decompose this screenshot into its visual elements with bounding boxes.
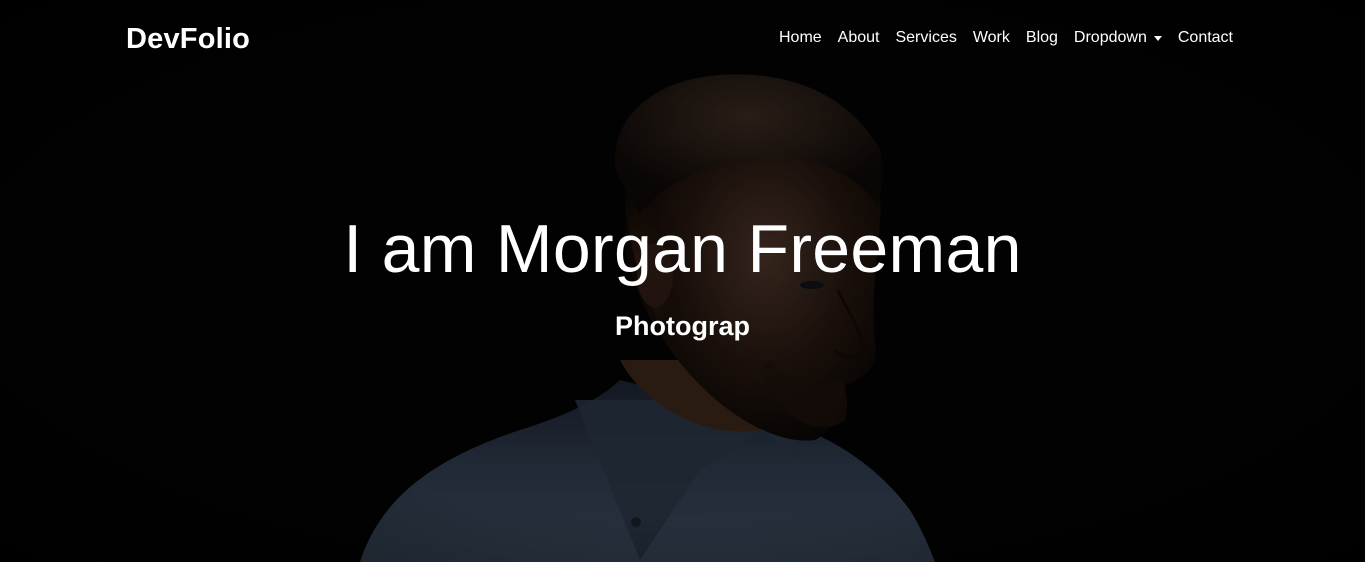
nav-link-contact[interactable]: Contact — [1178, 27, 1233, 49]
nav-link-work[interactable]: Work — [973, 27, 1010, 49]
nav-link-home[interactable]: Home — [779, 27, 822, 49]
nav-item-services: Services — [895, 27, 956, 49]
hero-section: DevFolio Home About Services Work Blog D… — [0, 0, 1365, 562]
nav-link-services[interactable]: Services — [895, 27, 956, 49]
nav-item-about: About — [838, 27, 880, 49]
nav-item-home: Home — [779, 27, 822, 49]
hero-subtitle: Photograp — [615, 311, 750, 341]
brand-logo[interactable]: DevFolio — [126, 20, 250, 58]
nav-menu: Home About Services Work Blog Dropdown C… — [779, 27, 1233, 49]
caret-down-icon — [1153, 36, 1162, 41]
nav-item-dropdown: Dropdown — [1074, 27, 1162, 49]
nav-dropdown-toggle[interactable]: Dropdown — [1074, 27, 1162, 49]
navbar: DevFolio Home About Services Work Blog D… — [0, 0, 1365, 76]
nav-item-work: Work — [973, 27, 1010, 49]
hero-content: I am Morgan Freeman Photograp — [0, 206, 1365, 344]
nav-dropdown-label: Dropdown — [1073, 29, 1147, 46]
nav-item-contact: Contact — [1178, 27, 1233, 49]
nav-link-blog[interactable]: Blog — [1026, 27, 1058, 49]
hero-title: I am Morgan Freeman — [343, 211, 1022, 287]
nav-link-about[interactable]: About — [838, 27, 880, 49]
nav-item-blog: Blog — [1026, 27, 1058, 49]
